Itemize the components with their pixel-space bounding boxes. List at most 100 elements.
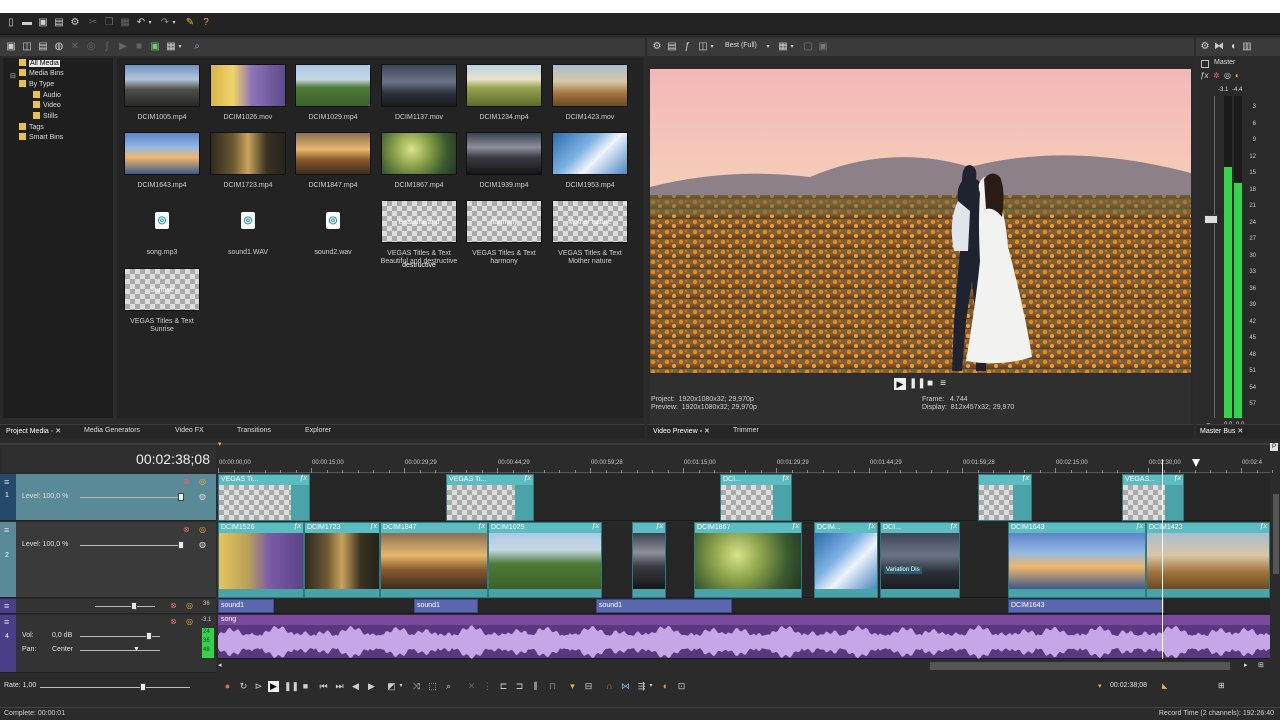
close-icon[interactable]: ✕ [1237,428,1243,435]
track-menu-icon[interactable]: ≡ [4,601,9,611]
pan-slider[interactable] [80,650,160,651]
event-fx-icon[interactable]: ƒx [950,523,957,530]
track-lane-1[interactable]: VEGAS Ti... ƒx VEGAS Ti... ƒx DCI... ƒx ƒx VEGA… [218,474,1270,521]
video-media-item[interactable]: DCIM1867.mp4 [380,132,458,190]
play-icon[interactable]: ▶ [894,378,906,390]
video-media-item[interactable]: DCIM1029.mp4 [294,64,372,122]
master-automation-icon[interactable]: ◐ [1235,71,1240,80]
track-volume-slider[interactable] [95,606,155,607]
track-header-1[interactable]: ≡ 1 ⊗ ◎ Level: 100,0 % ◍ [0,474,216,521]
event-fx-icon[interactable]: ƒx [592,523,599,530]
event-fx-icon[interactable]: ƒx [294,523,301,530]
trim-icon[interactable]: ⋮ [482,681,493,692]
video-media-item[interactable]: DCIM1847.mp4 [294,132,372,190]
track-level-slider[interactable] [80,497,184,498]
tree-item-stills[interactable]: Stills [33,112,58,121]
loop-icon[interactable]: ↻ [238,681,249,692]
audio-event[interactable]: sound1 [218,599,274,613]
ripple-dropdown-icon[interactable]: ▾ [648,681,654,692]
lock-envelopes-icon[interactable]: ◐ [660,681,671,692]
event-fx-icon[interactable]: ƒx [868,523,875,530]
zoom-tool-icon[interactable]: ⌕ [443,681,454,692]
open-folder-icon[interactable]: ▬ [21,17,33,29]
auto-ripple-icon[interactable]: ⇶ [636,681,647,692]
vertical-scrollbar[interactable] [1272,474,1280,659]
split-dropdown-icon[interactable]: ▾ [709,41,715,53]
pause-icon[interactable]: ❚❚ [909,378,926,390]
preview-quality-select[interactable]: Best (Full) [725,42,757,49]
scroll-left-icon[interactable]: ◂ [218,661,222,669]
playhead-line[interactable] [1162,459,1163,659]
track-lane-2[interactable]: DCIM1526 ƒx DCIM1723 ƒx DCIM1847 ƒx DCIM1029 ƒx… [218,522,1270,598]
audio-event[interactable]: sound1 [596,599,732,613]
timeline-options-icon[interactable]: P [1270,443,1278,451]
title-event[interactable]: ƒx [978,474,1032,521]
undo-icon[interactable]: ↶ [135,17,147,29]
downmix-icon[interactable]: ⧓ [1213,41,1225,53]
track-header-4[interactable]: ≡ 4 ⊗ ◎ -3.1 Vol: 0,0 dB Pan: Center ▼ 2… [0,615,216,673]
video-event[interactable]: ƒx [632,522,666,598]
tab-media-generators[interactable]: Media Generators [84,427,140,434]
track-mute-icon[interactable]: ⊗ [170,601,177,610]
marker-flag-icon[interactable]: ▾ [218,440,222,448]
tab-video-preview[interactable]: Video Preview ▫ ✕ [653,427,710,435]
video-media-item[interactable]: DCIM1026.mov [209,64,287,122]
envelope-tool-icon[interactable]: ⤨ [411,681,422,692]
track-menu-icon[interactable]: ≡ [4,525,9,535]
copy-snapshot-icon[interactable]: ▢ [802,41,814,53]
new-file-icon[interactable]: ▯ [5,17,17,29]
master-mute-icon[interactable]: ✲ [1213,71,1220,80]
video-event[interactable]: DCIM1423 ƒx [1146,522,1270,598]
track-compositing-icon[interactable]: ◍ [199,492,206,501]
track-volume-knob[interactable] [131,602,137,610]
title-event[interactable]: VEGAS Ti... ƒx [446,474,534,521]
track-lane-3[interactable]: sound1 sound1 sound1 DCIM1643 [218,599,1270,614]
video-event[interactable]: DCIM1643 ƒx [1008,522,1146,598]
get-media-icon[interactable]: ▤ [37,41,49,53]
rate-knob[interactable] [140,683,146,691]
lock-icon[interactable]: ⊓ [547,681,558,692]
event-fx-icon[interactable]: ƒx [656,523,663,530]
play-icon[interactable]: ▶ [268,681,279,692]
track-solo-icon[interactable]: ◎ [199,477,206,486]
record-icon[interactable]: ● [222,681,233,692]
tab-explorer[interactable]: Explorer [305,427,331,434]
track-compositing-icon[interactable]: ◍ [199,540,206,549]
go-to-end-icon[interactable]: ⏭ [334,681,345,692]
event-fx-icon[interactable]: ƒx [1260,523,1267,530]
track-mute-icon[interactable]: ⊗ [183,525,190,534]
video-event[interactable]: DCIM1723 ƒx [304,522,380,598]
trim-start-icon[interactable]: ⊏ [498,681,509,692]
selection-tool-icon[interactable]: ⬚ [427,681,438,692]
delete-icon[interactable]: ✕ [466,681,477,692]
tree-expander-icon[interactable]: ⊟ [10,72,16,81]
snapping-icon[interactable]: ∩ [604,681,615,692]
zoom-icon[interactable]: ⊞ [1258,661,1264,669]
auto-crossfade-icon[interactable]: ⋈ [620,681,631,692]
dim-icon[interactable]: ◖ [1227,41,1239,53]
event-fx-icon[interactable]: ƒx [792,523,799,530]
device-icon[interactable]: ▤ [666,41,678,53]
capture-icon[interactable]: ◫ [21,41,33,53]
trim-end-icon[interactable]: ⊐ [514,681,525,692]
auto-preview-icon[interactable]: ▣ [149,41,161,53]
copy-icon[interactable]: ❐ [103,17,115,29]
event-fx-icon[interactable]: ƒx [1174,475,1181,482]
next-frame-icon[interactable]: ▶ [366,681,377,692]
undock-icon[interactable]: ▫ [700,428,702,435]
master-fader-knob[interactable] [1204,215,1218,224]
track-solo-icon[interactable]: ◎ [186,617,193,626]
region-icon[interactable]: ⊟ [583,681,594,692]
track-lane-4[interactable]: song [218,615,1270,659]
close-icon[interactable]: ✕ [55,428,61,435]
vscroll-thumb[interactable] [1273,494,1279,574]
media-fx-icon[interactable]: ◍ [53,41,65,53]
video-event[interactable]: DCIM1526 ƒx [218,522,304,598]
remove-media-icon[interactable]: ✕ [69,41,81,53]
title-event[interactable]: DCI... ƒx [720,474,792,521]
event-fx-icon[interactable]: ƒx [478,523,485,530]
play-from-start-icon[interactable]: ⊳ [253,681,264,692]
track-mute-icon[interactable]: ⊗ [183,477,190,486]
video-media-item[interactable]: DCIM1137.mov [380,64,458,122]
menu-icon[interactable]: ≡ [937,378,949,390]
